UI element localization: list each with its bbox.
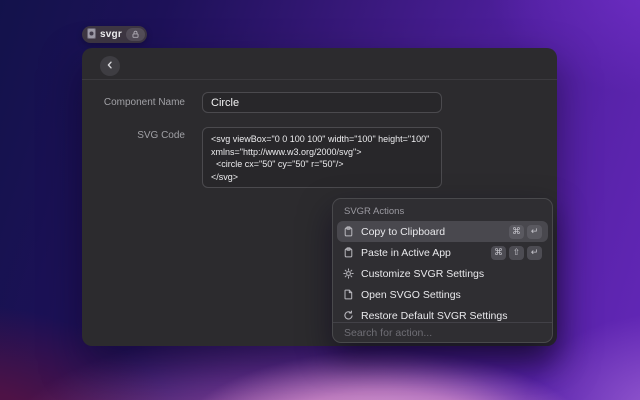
shortcut-keys: ⌘⇧↵	[491, 246, 542, 260]
action-item-paste-in-active-app[interactable]: Paste in Active App ⌘⇧↵	[337, 242, 548, 263]
svg-code-label: SVG Code	[82, 130, 185, 142]
app-window-chip[interactable]: svgr	[82, 26, 147, 43]
clipboard-icon	[343, 226, 354, 237]
action-list: Copy to Clipboard⌘↵Paste in Active App⌘⇧…	[337, 221, 548, 321]
document-icon	[343, 289, 354, 300]
action-item-label: Customize SVGR Settings	[361, 268, 542, 280]
refresh-icon	[343, 310, 354, 321]
action-item-label: Open SVGO Settings	[361, 289, 542, 301]
svg-code-textarea[interactable]: <svg viewBox="0 0 100 100" width="100" h…	[202, 127, 442, 188]
app-title: svgr	[100, 29, 122, 40]
component-name-label: Component Name	[82, 92, 185, 113]
action-item-customize-svgr-settings[interactable]: Customize SVGR Settings	[337, 263, 548, 284]
svgr-extension-icon	[87, 26, 96, 44]
chevron-left-icon	[104, 59, 116, 74]
action-item-label: Restore Default SVGR Settings	[361, 310, 542, 322]
actions-panel: SVGR Actions Copy to Clipboard⌘↵Paste in…	[332, 198, 553, 343]
shortcut-keys: ⌘↵	[509, 225, 542, 239]
action-search-input[interactable]	[337, 323, 548, 342]
back-button[interactable]	[100, 56, 120, 76]
key-cap: ⌘	[491, 246, 506, 260]
key-cap: ⌘	[509, 225, 524, 239]
action-item-label: Paste in Active App	[361, 247, 484, 259]
key-cap: ↵	[527, 246, 542, 260]
lock-badge	[126, 28, 145, 41]
gear-icon	[343, 268, 354, 279]
action-item-copy-to-clipboard[interactable]: Copy to Clipboard ⌘↵	[337, 221, 548, 242]
component-name-input[interactable]	[202, 92, 442, 113]
clipboard-icon	[343, 247, 354, 258]
key-cap: ↵	[527, 225, 542, 239]
key-cap: ⇧	[509, 246, 524, 260]
action-item-open-svgo-settings[interactable]: Open SVGO Settings	[337, 284, 548, 305]
lock-icon	[131, 26, 140, 44]
action-item-restore-default-svgr-settings[interactable]: Restore Default SVGR Settings	[337, 305, 548, 321]
actions-panel-title: SVGR Actions	[344, 206, 404, 217]
header-divider	[82, 79, 557, 80]
action-item-label: Copy to Clipboard	[361, 226, 502, 238]
